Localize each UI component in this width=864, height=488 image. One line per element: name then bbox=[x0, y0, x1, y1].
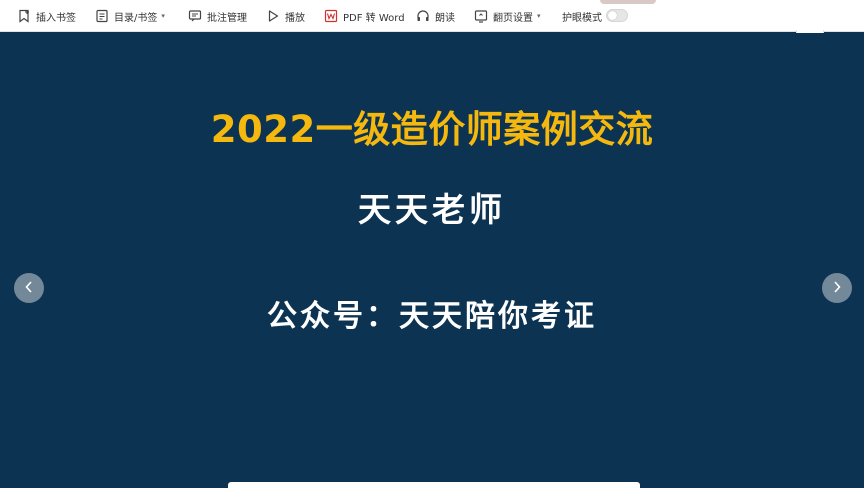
annotation-manage-label: 批注管理 bbox=[207, 12, 247, 24]
annotation-icon bbox=[188, 9, 202, 23]
chevron-right-icon bbox=[832, 279, 842, 298]
page-settings-label: 翻页设置 bbox=[493, 12, 533, 24]
pdf-convert-icon bbox=[324, 9, 338, 23]
slide-teacher: 天天老师 bbox=[358, 190, 506, 229]
annotation-manage-button[interactable]: 批注管理 bbox=[188, 0, 247, 32]
toc-bookmark-label: 目录/书签 bbox=[114, 12, 158, 24]
window-tab-indicator bbox=[600, 0, 656, 4]
read-aloud-label: 朗读 bbox=[435, 12, 455, 24]
next-page-button[interactable] bbox=[822, 273, 852, 303]
toggle-knob bbox=[608, 11, 617, 20]
slide-account: 公众号：天天陪你考证 bbox=[267, 299, 597, 334]
bottom-page-edge bbox=[228, 482, 640, 488]
eye-protection-label: 护眼模式 bbox=[562, 12, 602, 24]
page-settings-icon bbox=[474, 9, 488, 23]
bookmark-add-icon bbox=[17, 9, 31, 23]
pdf-to-word-button[interactable]: PDF 转 Word bbox=[324, 0, 405, 32]
toc-bookmark-button[interactable]: 目录/书签 ▾ bbox=[95, 0, 165, 32]
chevron-left-icon bbox=[24, 279, 34, 298]
caret-down-icon: ▾ bbox=[537, 12, 541, 20]
list-icon bbox=[95, 9, 109, 23]
play-label: 播放 bbox=[285, 12, 305, 24]
play-icon bbox=[266, 9, 280, 23]
prev-page-button[interactable] bbox=[14, 273, 44, 303]
eye-protection-toggle[interactable] bbox=[606, 9, 628, 22]
caret-down-icon: ▾ bbox=[161, 12, 165, 20]
page-settings-button[interactable]: 翻页设置 ▾ bbox=[474, 0, 541, 32]
pdf-to-word-label: PDF 转 Word bbox=[343, 12, 405, 24]
insert-bookmark-label: 插入书签 bbox=[36, 12, 76, 24]
read-aloud-button[interactable]: 朗读 bbox=[416, 0, 455, 32]
headphones-icon bbox=[416, 9, 430, 23]
slide-page: 2022一级造价师案例交流 天天老师 公众号：天天陪你考证 bbox=[0, 33, 864, 486]
slide-title: 2022一级造价师案例交流 bbox=[210, 108, 654, 151]
insert-bookmark-button[interactable]: 插入书签 bbox=[17, 0, 76, 32]
top-toolbar: 插入书签 目录/书签 ▾ 批注管理 播放 PDF 转 Word 朗读 翻页设置 … bbox=[0, 0, 864, 32]
play-button[interactable]: 播放 bbox=[266, 0, 305, 32]
